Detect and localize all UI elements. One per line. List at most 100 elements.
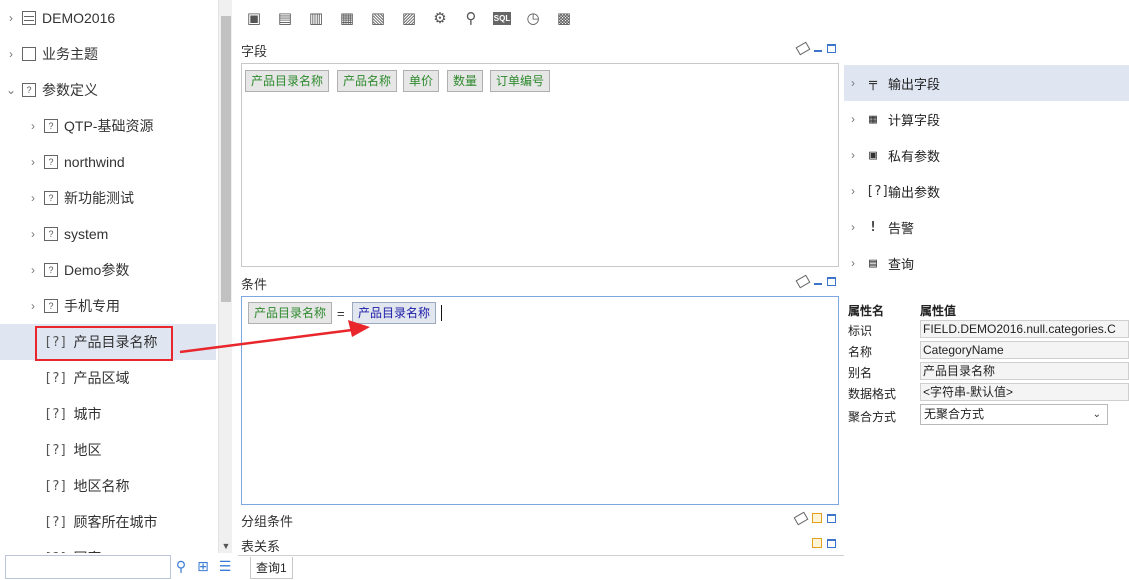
chevron-right-icon[interactable]: ›	[846, 220, 860, 234]
tree-item-new-feature-test[interactable]: › ? 新功能测试	[0, 180, 216, 216]
field-chip[interactable]: 单价	[403, 70, 440, 92]
condition-operator[interactable]: =	[337, 306, 345, 321]
text-caret	[441, 305, 442, 321]
right-tree-output-params[interactable]: › [?] 输出参数	[844, 173, 1129, 209]
chevron-down-icon[interactable]: ⌄	[4, 83, 18, 97]
minimize-icon[interactable]	[814, 282, 822, 285]
tree-item-label: system	[64, 226, 109, 242]
save-as-icon[interactable]: ▤	[275, 8, 295, 28]
param-folder-icon: ▣	[869, 147, 877, 163]
chevron-right-icon[interactable]: ›	[4, 11, 18, 25]
conditions-panel[interactable]: 产品目录名称 = 产品目录名称	[241, 296, 839, 505]
maximize-icon[interactable]	[827, 43, 836, 53]
prop-value-name[interactable]: CategoryName	[920, 341, 1129, 359]
chevron-right-icon[interactable]: ›	[4, 47, 18, 61]
search-icon[interactable]: ⚲	[461, 8, 481, 28]
annotation-highlight-box	[35, 326, 173, 361]
clock-icon[interactable]: ◷	[523, 8, 543, 28]
prop-value-id[interactable]: FIELD.DEMO2016.null.categories.C	[920, 320, 1129, 338]
aggregation-select[interactable]: 无聚合方式 ⌄	[920, 404, 1108, 425]
chevron-right-icon[interactable]: ›	[846, 148, 860, 162]
right-tree-calculated-fields[interactable]: › ▦ 计算字段	[844, 101, 1129, 137]
tree-item-param-definition[interactable]: ⌄ ? 参数定义	[0, 72, 216, 108]
chevron-right-icon[interactable]: ›	[26, 191, 40, 205]
field-chip[interactable]: 订单编号	[490, 70, 551, 92]
tree-item-system[interactable]: › ? system	[0, 216, 216, 252]
chevron-right-icon[interactable]: ›	[846, 184, 860, 198]
right-tree-output-fields[interactable]: › ╤ 输出字段	[844, 65, 1129, 101]
tree-view-icon[interactable]: ⊞	[194, 557, 212, 575]
export-icon[interactable]: ▨	[399, 8, 419, 28]
tree-item-business-theme[interactable]: › 业务主题	[0, 36, 216, 72]
right-tree-query[interactable]: › ▤ 查询	[844, 245, 1129, 281]
prop-header-value: 属性值	[920, 304, 957, 318]
alert-icon: !	[869, 219, 877, 235]
right-tree-private-params[interactable]: › ▣ 私有参数	[844, 137, 1129, 173]
prop-value-alias[interactable]: 产品目录名称	[920, 362, 1129, 380]
eraser-icon[interactable]	[795, 274, 811, 288]
minimize-icon[interactable]	[814, 49, 822, 52]
chevron-right-icon[interactable]: ›	[26, 299, 40, 313]
tree-item-label: 新功能测试	[64, 190, 134, 206]
tree-item-demo-params[interactable]: › ? Demo参数	[0, 252, 216, 288]
chevron-right-icon[interactable]: ›	[846, 112, 860, 126]
right-tree-alerts[interactable]: › ! 告警	[844, 209, 1129, 245]
chevron-right-icon[interactable]: ›	[26, 119, 40, 133]
layout-icon[interactable]: ▦	[337, 8, 357, 28]
query-tab-bar: 查询1	[238, 555, 844, 580]
tree-item-city[interactable]: [?] 城市	[0, 396, 216, 432]
prop-label: 聚合方式	[848, 410, 897, 424]
tree-item-demo2016[interactable]: › DEMO2016	[0, 0, 216, 36]
scroll-down-arrow-icon[interactable]: ▼	[219, 541, 233, 551]
tree-item-product-region[interactable]: [?] 产品区域	[0, 360, 216, 396]
left-tree-scrollbar[interactable]: ▼	[218, 0, 232, 553]
fields-panel[interactable]: 产品目录名称 产品名称 单价 数量 订单编号	[241, 63, 839, 267]
chevron-right-icon[interactable]: ›	[26, 263, 40, 277]
scrollbar-thumb[interactable]	[221, 16, 231, 302]
fields-section-title: 字段	[241, 44, 268, 59]
chevron-right-icon[interactable]: ›	[846, 256, 860, 270]
settings-panel-icon[interactable]: ▩	[554, 8, 574, 28]
list-view-icon[interactable]: ☰	[216, 557, 234, 575]
tab-query1[interactable]: 查询1	[250, 557, 293, 579]
tree-item-region-name[interactable]: [?] 地区名称	[0, 468, 216, 504]
chevron-right-icon[interactable]: ›	[26, 155, 40, 169]
right-tree-label: 告警	[888, 220, 915, 236]
condition-left-chip[interactable]: 产品目录名称	[248, 302, 333, 324]
tree-item-northwind[interactable]: › ? northwind	[0, 144, 216, 180]
param-folder-icon: ?	[44, 263, 58, 277]
condition-right-chip[interactable]: 产品目录名称	[352, 302, 437, 324]
tree-item-country[interactable]: [?] 国家	[0, 540, 216, 553]
left-tree-panel: › DEMO2016 › 业务主题 ⌄ ? 参数定义 › ? QTP-基础资源 …	[0, 0, 218, 553]
prop-header-name: 属性名	[848, 304, 885, 318]
prop-value-format[interactable]: <字符串-默认值>	[920, 383, 1129, 401]
search-icon[interactable]: ⚲	[172, 557, 190, 575]
table-icon[interactable]: ▥	[306, 8, 326, 28]
param-icon: [?]	[44, 370, 68, 386]
tree-item-region[interactable]: [?] 地区	[0, 432, 216, 468]
field-chip[interactable]: 产品名称	[337, 70, 398, 92]
tree-item-label: 手机专用	[64, 298, 120, 314]
sql-icon[interactable]: SQL	[492, 8, 512, 28]
right-panel: › ╤ 输出字段 › ▦ 计算字段 › ▣ 私有参数 › [?] 输出参数 › …	[844, 0, 1129, 580]
restore-icon[interactable]	[812, 513, 822, 523]
tree-item-customer-city[interactable]: [?] 顾客所在城市	[0, 504, 216, 540]
maximize-icon[interactable]	[827, 538, 836, 548]
param-icon: [?]	[44, 478, 68, 494]
eraser-icon[interactable]	[793, 511, 809, 525]
chevron-right-icon[interactable]: ›	[26, 227, 40, 241]
restore-icon[interactable]	[812, 538, 822, 548]
save-icon[interactable]: ▣	[244, 8, 264, 28]
prop-label: 名称	[848, 345, 873, 359]
search-input[interactable]	[5, 555, 171, 579]
tree-item-qtp[interactable]: › ? QTP-基础资源	[0, 108, 216, 144]
maximize-icon[interactable]	[827, 276, 836, 286]
field-chip[interactable]: 数量	[447, 70, 484, 92]
tree-item-mobile[interactable]: › ? 手机专用	[0, 288, 216, 324]
maximize-icon[interactable]	[827, 513, 836, 523]
eraser-icon[interactable]	[795, 41, 811, 55]
param-icon[interactable]: ▧	[368, 8, 388, 28]
field-chip[interactable]: 产品目录名称	[245, 70, 330, 92]
gear-icon[interactable]: ⚙	[430, 8, 450, 28]
chevron-right-icon[interactable]: ›	[846, 76, 860, 90]
